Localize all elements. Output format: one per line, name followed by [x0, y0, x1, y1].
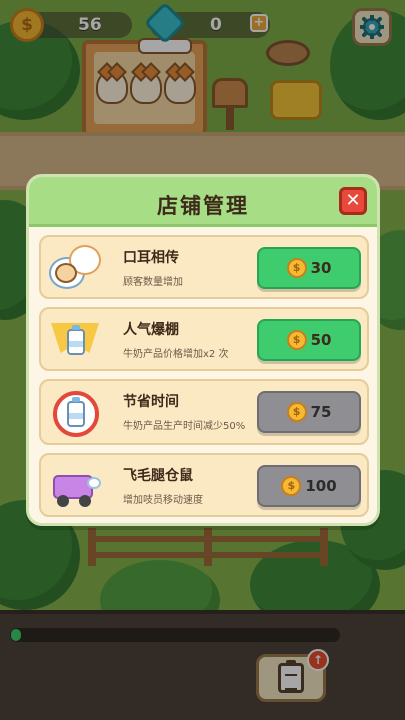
dialog-title: 店铺管理 [157, 194, 249, 218]
price-label: 50 [310, 331, 332, 349]
coin-icon: $ [286, 258, 307, 278]
coin-icon: $ [286, 402, 307, 422]
word-of-mouth-icon [49, 243, 101, 295]
upgrade-item-word-of-mouth: 口耳相传 顾客数量增加 $ 30 [39, 235, 369, 299]
upgrade-item-speedy-hamster: 飞毛腿仓鼠 增加吱员移动速度 $ 100 [39, 453, 369, 517]
upgrade-list[interactable]: 口耳相传 顾客数量增加 $ 30 人气爆棚 牛奶产品价格增加x2 次 $ 50 [39, 235, 369, 521]
upgrade-name: 口耳相传 [123, 250, 179, 266]
dialog-header: 店铺管理 ✕ [29, 177, 377, 227]
price-label: 100 [305, 477, 337, 495]
buy-button[interactable]: $ 30 [257, 247, 361, 289]
price-label: 75 [310, 403, 332, 421]
close-button[interactable]: ✕ [339, 187, 367, 215]
coin-icon: $ [286, 330, 307, 350]
buy-button[interactable]: $ 100 [257, 465, 361, 507]
coin-icon: $ [281, 476, 302, 496]
upgrade-item-popularity: 人气爆棚 牛奶产品价格增加x2 次 $ 50 [39, 307, 369, 371]
buy-button[interactable]: $ 75 [257, 391, 361, 433]
upgrade-item-save-time: 节省时间 牛奶产品生产时间减少50% $ 75 [39, 379, 369, 445]
upgrade-desc: 牛奶产品生产时间减少50% [123, 421, 246, 432]
price-label: 30 [310, 259, 332, 277]
delivery-truck-icon [49, 461, 101, 513]
upgrade-desc: 增加吱员移动速度 [123, 495, 203, 506]
upgrade-desc: 牛奶产品价格增加x2 次 [123, 349, 229, 360]
popularity-star-icon [49, 315, 101, 367]
upgrade-name: 飞毛腿仓鼠 [123, 468, 193, 484]
upgrade-desc: 顾客数量增加 [123, 277, 183, 288]
upgrade-name: 节省时间 [123, 394, 179, 410]
time-clock-icon [49, 387, 101, 439]
upgrade-name: 人气爆棚 [123, 322, 179, 338]
buy-button[interactable]: $ 50 [257, 319, 361, 361]
shop-management-dialog: 店铺管理 ✕ 口耳相传 顾客数量增加 $ 30 人气爆棚 牛奶产品价格增加x2 … [26, 174, 380, 526]
